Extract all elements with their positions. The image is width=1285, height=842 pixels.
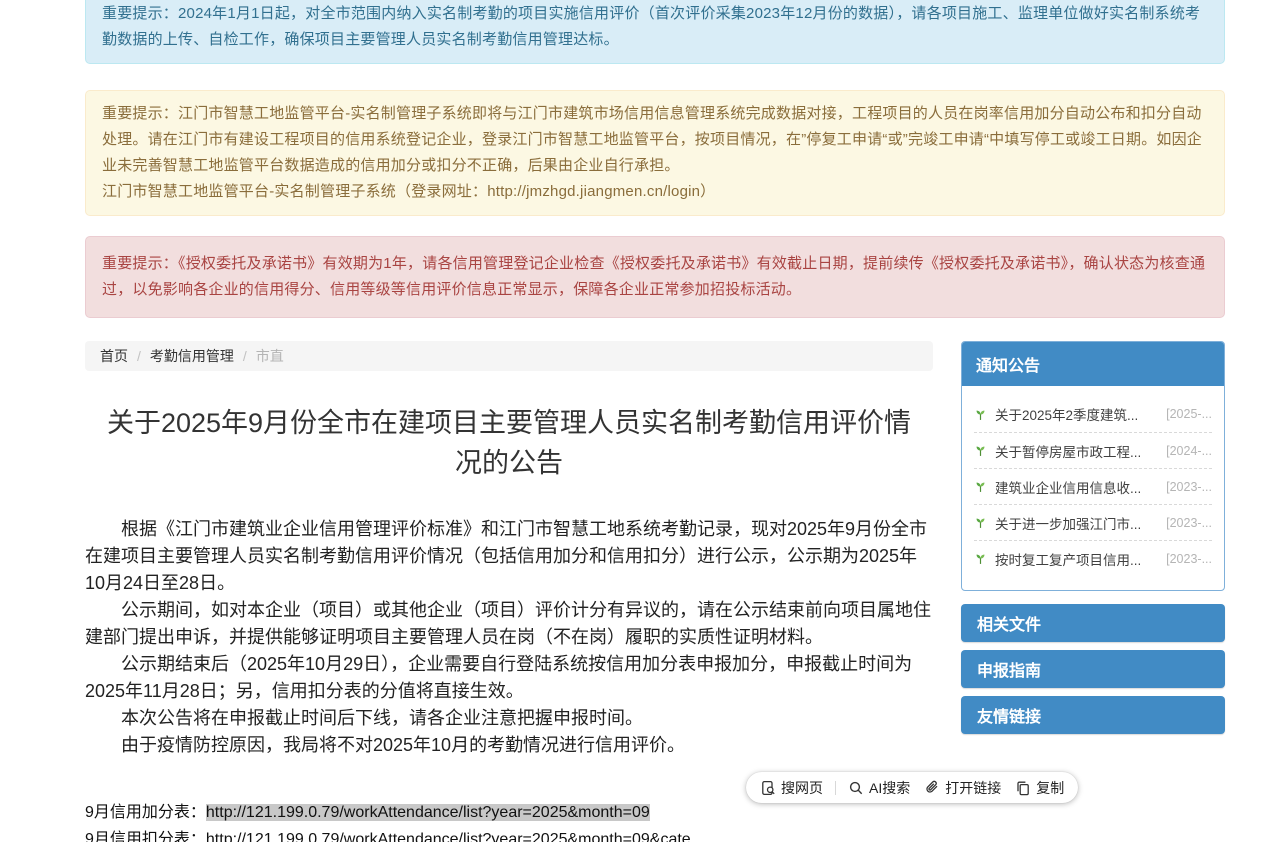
article-paragraph: 根据《江门市建筑业企业信用管理评价标准》和江门市智慧工地系统考勤记录，现对202… bbox=[85, 516, 933, 597]
notice-title: 建筑业企业信用信息收... bbox=[995, 477, 1141, 497]
sidebar: 通知公告 关于2025年2季度建筑... [2025-... 关于暂停房屋市 bbox=[961, 341, 1225, 734]
credit-deduct-link-row: 9月信用扣分表：http://121.199.0.79/workAttendan… bbox=[85, 826, 933, 842]
notice-date: [2023-... bbox=[1160, 516, 1212, 530]
sprout-icon bbox=[974, 408, 987, 421]
article-paragraph: 公示期结束后（2025年10月29日），企业需要自行登陆系统按信用加分表申报加分… bbox=[85, 651, 933, 705]
alert-warning-login-url: 江门市智慧工地监管平台-实名制管理子系统（登录网址：http://jmzhgd.… bbox=[102, 179, 1208, 205]
alert-danger-text: 重要提示：《授权委托及承诺书》有效期为1年，请各信用管理登记企业检查《授权委托及… bbox=[102, 255, 1205, 298]
page-search-icon bbox=[760, 780, 776, 796]
article-paragraph: 由于疫情防控原因，我局将不对2025年10月的考勤情况进行信用评价。 bbox=[85, 732, 933, 759]
notice-date: [2024-... bbox=[1160, 444, 1212, 458]
credit-deduct-label: 9月信用扣分表： bbox=[85, 831, 206, 842]
sprout-icon bbox=[974, 516, 987, 529]
notice-panel: 通知公告 关于2025年2季度建筑... [2025-... 关于暂停房屋市 bbox=[961, 341, 1225, 591]
search-web-button[interactable]: 搜网页 bbox=[760, 778, 823, 798]
notice-title: 按时复工复产项目信用... bbox=[995, 549, 1141, 569]
alert-danger: 重要提示：《授权委托及承诺书》有效期为1年，请各信用管理登记企业检查《授权委托及… bbox=[85, 236, 1225, 318]
breadcrumb-attendance-credit[interactable]: 考勤信用管理 bbox=[150, 346, 234, 366]
friend-links-button[interactable]: 友情链接 bbox=[961, 696, 1225, 734]
related-files-button[interactable]: 相关文件 bbox=[961, 604, 1225, 642]
notice-title: 关于2025年2季度建筑... bbox=[995, 404, 1138, 424]
copy-label: 复制 bbox=[1036, 778, 1064, 798]
selection-toolbar: 搜网页 AI搜索 打开链接 bbox=[746, 772, 1078, 803]
list-item[interactable]: 关于2025年2季度建筑... [2025-... bbox=[974, 396, 1212, 432]
alert-warning-text: 重要提示：江门市智慧工地监管平台-实名制管理子系统即将与江门市建筑市场信用信息管… bbox=[102, 101, 1208, 179]
credit-add-link-row: 9月信用加分表：http://121.199.0.79/workAttendan… bbox=[85, 799, 933, 826]
article-paragraph: 本次公告将在申报截止时间后下线，请各企业注意把握申报时间。 bbox=[85, 705, 933, 732]
article-body: 根据《江门市建筑业企业信用管理评价标准》和江门市智慧工地系统考勤记录，现对202… bbox=[85, 516, 933, 759]
open-link-button[interactable]: 打开链接 bbox=[924, 778, 1001, 798]
notice-date: [2025-... bbox=[1160, 407, 1212, 421]
alert-info-text: 重要提示：2024年1月1日起，对全市范围内纳入实名制考勤的项目实施信用评价（首… bbox=[102, 5, 1200, 48]
credit-add-url[interactable]: http://121.199.0.79/workAttendance/list?… bbox=[206, 804, 650, 821]
list-item[interactable]: 按时复工复产项目信用... [2023-... bbox=[974, 540, 1212, 576]
list-item[interactable]: 建筑业企业信用信息收... [2023-... bbox=[974, 468, 1212, 504]
copy-button[interactable]: 复制 bbox=[1015, 778, 1064, 798]
ai-search-label: AI搜索 bbox=[869, 778, 910, 798]
notice-date: [2023-... bbox=[1160, 480, 1212, 494]
breadcrumb-separator: / bbox=[137, 348, 141, 364]
notice-title: 关于进一步加强江门市... bbox=[995, 513, 1141, 533]
breadcrumb: 首页 / 考勤信用管理 / 市直 bbox=[85, 341, 933, 371]
list-item[interactable]: 关于暂停房屋市政工程... [2024-... bbox=[974, 432, 1212, 468]
main-row: 首页 / 考勤信用管理 / 市直 关于2025年9月份全市在建项目主要管理人员实… bbox=[85, 341, 1225, 842]
declare-guide-button[interactable]: 申报指南 bbox=[961, 650, 1225, 688]
breadcrumb-home[interactable]: 首页 bbox=[100, 346, 128, 366]
magnifier-icon bbox=[848, 780, 864, 796]
copy-icon bbox=[1015, 780, 1031, 796]
main-column: 首页 / 考勤信用管理 / 市直 关于2025年9月份全市在建项目主要管理人员实… bbox=[85, 341, 933, 842]
sprout-icon bbox=[974, 444, 987, 457]
list-item[interactable]: 关于进一步加强江门市... [2023-... bbox=[974, 504, 1212, 540]
search-web-label: 搜网页 bbox=[781, 778, 823, 798]
notice-title: 关于暂停房屋市政工程... bbox=[995, 441, 1141, 461]
notice-panel-body: 关于2025年2季度建筑... [2025-... 关于暂停房屋市政工程... … bbox=[962, 386, 1224, 590]
toolbar-divider bbox=[835, 781, 836, 795]
page: 重要提示：2024年1月1日起，对全市范围内纳入实名制考勤的项目实施信用评价（首… bbox=[0, 0, 1285, 832]
open-link-label: 打开链接 bbox=[945, 778, 1001, 798]
credit-add-label: 9月信用加分表： bbox=[85, 804, 206, 821]
alert-info: 重要提示：2024年1月1日起，对全市范围内纳入实名制考勤的项目实施信用评价（首… bbox=[85, 0, 1225, 64]
article-paragraph: 公示期间，如对本企业（项目）或其他企业（项目）评价计分有异议的，请在公示结束前向… bbox=[85, 597, 933, 651]
attachment-links: 9月信用加分表：http://121.199.0.79/workAttendan… bbox=[85, 799, 933, 842]
alert-warning: 重要提示：江门市智慧工地监管平台-实名制管理子系统即将与江门市建筑市场信用信息管… bbox=[85, 90, 1225, 216]
breadcrumb-current: 市直 bbox=[256, 346, 284, 366]
link-icon bbox=[924, 780, 940, 796]
sprout-icon bbox=[974, 552, 987, 565]
notice-date: [2023-... bbox=[1160, 552, 1212, 566]
credit-deduct-url[interactable]: http://121.199.0.79/workAttendance/list?… bbox=[206, 831, 691, 842]
ai-search-button[interactable]: AI搜索 bbox=[848, 778, 910, 798]
page-title: 关于2025年9月份全市在建项目主要管理人员实名制考勤信用评价情况的公告 bbox=[95, 403, 923, 483]
sprout-icon bbox=[974, 480, 987, 493]
breadcrumb-separator: / bbox=[243, 348, 247, 364]
notice-panel-title: 通知公告 bbox=[962, 342, 1224, 386]
